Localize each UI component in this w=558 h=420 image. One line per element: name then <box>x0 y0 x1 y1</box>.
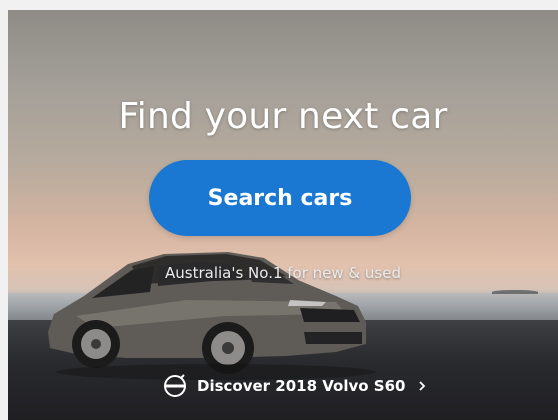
distant-headland <box>492 290 538 294</box>
hero-banner: Find your next car Search cars Australia… <box>8 10 558 420</box>
hero-title: Find your next car <box>118 96 448 137</box>
volvo-logo-icon <box>164 374 186 397</box>
discover-volvo-link[interactable]: Discover 2018 Volvo S60 <box>163 373 427 399</box>
chevron-right-icon <box>419 381 426 391</box>
hero-tagline: Australia's No.1 for new & used <box>165 264 401 282</box>
search-cars-button[interactable]: Search cars <box>149 160 411 236</box>
car-image <box>48 252 376 380</box>
discover-link-label: Discover 2018 Volvo S60 <box>197 377 406 395</box>
